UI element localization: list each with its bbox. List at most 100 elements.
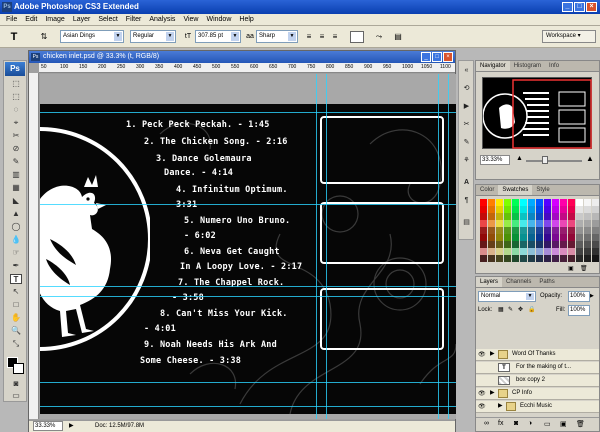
eye-icon[interactable]: 👁 bbox=[478, 390, 486, 398]
color-swatch[interactable] bbox=[512, 227, 519, 234]
color-swatch[interactable] bbox=[584, 199, 591, 206]
lock-pixels-icon[interactable]: ✎ bbox=[508, 306, 513, 313]
color-swatch[interactable] bbox=[544, 241, 551, 248]
lock-position-icon[interactable]: ✥ bbox=[518, 306, 523, 313]
lock-all-icon[interactable]: 🔒 bbox=[528, 306, 535, 313]
color-swatch[interactable] bbox=[592, 234, 599, 241]
color-swatch[interactable] bbox=[496, 213, 503, 220]
color-swatch[interactable] bbox=[488, 234, 495, 241]
color-swatch[interactable] bbox=[496, 255, 503, 262]
opacity-arrow-icon[interactable]: ▶ bbox=[590, 293, 594, 299]
color-swatch[interactable] bbox=[544, 255, 551, 262]
color-swatch[interactable] bbox=[568, 199, 575, 206]
color-swatch[interactable] bbox=[496, 248, 503, 255]
color-swatch[interactable] bbox=[584, 227, 591, 234]
layer-row[interactable]: 👁 ▶ Ecchi Music bbox=[476, 401, 599, 413]
lock-transparent-icon[interactable]: ▦ bbox=[498, 306, 504, 313]
color-swatch[interactable] bbox=[544, 248, 551, 255]
color-swatch[interactable] bbox=[536, 234, 543, 241]
collapse-arrows-icon[interactable]: « bbox=[461, 65, 472, 76]
color-swatch[interactable] bbox=[496, 220, 503, 227]
type-tool-icon[interactable]: T bbox=[8, 31, 20, 43]
delete-swatch-icon[interactable]: 🗑 bbox=[580, 265, 588, 272]
magic-wand-tool-icon[interactable]: ⌖ bbox=[10, 118, 22, 128]
color-swatch[interactable] bbox=[536, 206, 543, 213]
guide-line[interactable] bbox=[316, 74, 317, 419]
character-icon[interactable]: A bbox=[461, 177, 472, 188]
color-swatch[interactable] bbox=[512, 248, 519, 255]
warp-text-icon[interactable]: ⤳ bbox=[373, 31, 385, 43]
character-panel-icon[interactable]: ▤ bbox=[392, 31, 404, 43]
color-swatch[interactable] bbox=[488, 206, 495, 213]
color-swatch[interactable] bbox=[544, 234, 551, 241]
fill-field[interactable]: 100% bbox=[568, 305, 590, 316]
color-swatch[interactable] bbox=[528, 199, 535, 206]
align-right-icon[interactable]: ≡ bbox=[329, 31, 341, 43]
crop-tool-icon[interactable]: ✂ bbox=[10, 131, 22, 141]
layer-mask-icon[interactable]: ◙ bbox=[514, 420, 518, 427]
color-swatch[interactable] bbox=[488, 255, 495, 262]
color-swatch[interactable] bbox=[496, 241, 503, 248]
text-orientation-icon[interactable]: ⇅ bbox=[38, 31, 50, 43]
color-swatch[interactable] bbox=[584, 248, 591, 255]
navigator-zoom-slider[interactable] bbox=[526, 160, 582, 162]
color-swatch[interactable] bbox=[528, 248, 535, 255]
expand-arrow-icon[interactable]: ▶ bbox=[490, 388, 495, 399]
color-swatch[interactable] bbox=[480, 213, 487, 220]
navigator-slider-thumb[interactable] bbox=[542, 156, 548, 164]
guide-line[interactable] bbox=[40, 382, 456, 383]
color-swatch[interactable] bbox=[592, 206, 599, 213]
swap-colors-icon[interactable]: ⤡ bbox=[10, 339, 22, 349]
layer-row[interactable]: 👁 ▶ CP Info bbox=[476, 388, 599, 400]
color-swatch[interactable] bbox=[536, 220, 543, 227]
color-swatch[interactable] bbox=[552, 241, 559, 248]
color-swatch[interactable] bbox=[488, 241, 495, 248]
adjustment-layer-icon[interactable]: ◑ bbox=[528, 420, 532, 427]
new-group-icon[interactable]: ▭ bbox=[544, 420, 551, 428]
color-swatch[interactable] bbox=[552, 206, 559, 213]
color-swatch[interactable] bbox=[504, 241, 511, 248]
color-swatch[interactable] bbox=[592, 241, 599, 248]
zoom-level-field[interactable]: 33.33% bbox=[33, 421, 63, 431]
tab-channels[interactable]: Channels bbox=[502, 277, 535, 287]
maximize-button[interactable]: □ bbox=[574, 2, 585, 12]
gradient-tool-icon[interactable]: ▲ bbox=[10, 209, 22, 219]
color-swatch[interactable] bbox=[480, 255, 487, 262]
link-layers-icon[interactable]: ∞ bbox=[484, 420, 489, 427]
brush-tool-icon[interactable]: ✎ bbox=[10, 157, 22, 167]
color-swatch[interactable] bbox=[520, 255, 527, 262]
color-swatch[interactable] bbox=[504, 227, 511, 234]
quick-mask-icon[interactable]: ◙ bbox=[10, 379, 22, 389]
color-swatch[interactable] bbox=[480, 206, 487, 213]
color-swatch[interactable] bbox=[488, 213, 495, 220]
color-swatch[interactable] bbox=[560, 241, 567, 248]
color-swatch[interactable] bbox=[504, 206, 511, 213]
tab-info[interactable]: Info bbox=[545, 61, 563, 71]
color-swatch[interactable] bbox=[544, 213, 551, 220]
color-swatch[interactable] bbox=[576, 255, 583, 262]
tab-styles[interactable]: Style bbox=[532, 185, 553, 195]
color-swatch[interactable] bbox=[560, 199, 567, 206]
guide-line[interactable] bbox=[40, 286, 456, 287]
color-swatch[interactable] bbox=[536, 199, 543, 206]
type-tool-icon[interactable]: T bbox=[10, 274, 22, 284]
navigator-zoom-field[interactable]: 33.33% bbox=[480, 155, 510, 165]
tab-layers[interactable]: Layers bbox=[476, 277, 503, 287]
color-swatch[interactable] bbox=[560, 248, 567, 255]
color-swatch[interactable] bbox=[560, 206, 567, 213]
align-center-icon[interactable]: ≡ bbox=[316, 31, 328, 43]
tab-paths[interactable]: Paths bbox=[535, 277, 558, 287]
tab-histogram[interactable]: Histogram bbox=[510, 61, 545, 71]
align-left-icon[interactable]: ≡ bbox=[303, 31, 315, 43]
color-swatch[interactable] bbox=[488, 199, 495, 206]
color-swatch[interactable] bbox=[528, 213, 535, 220]
color-swatch[interactable] bbox=[544, 199, 551, 206]
color-swatch[interactable] bbox=[576, 220, 583, 227]
color-swatch[interactable] bbox=[520, 241, 527, 248]
color-swatch[interactable] bbox=[528, 241, 535, 248]
color-swatch[interactable] bbox=[504, 213, 511, 220]
minimize-button[interactable]: _ bbox=[562, 2, 573, 12]
color-swatch[interactable] bbox=[576, 199, 583, 206]
color-swatch[interactable] bbox=[552, 199, 559, 206]
color-swatch[interactable] bbox=[512, 206, 519, 213]
